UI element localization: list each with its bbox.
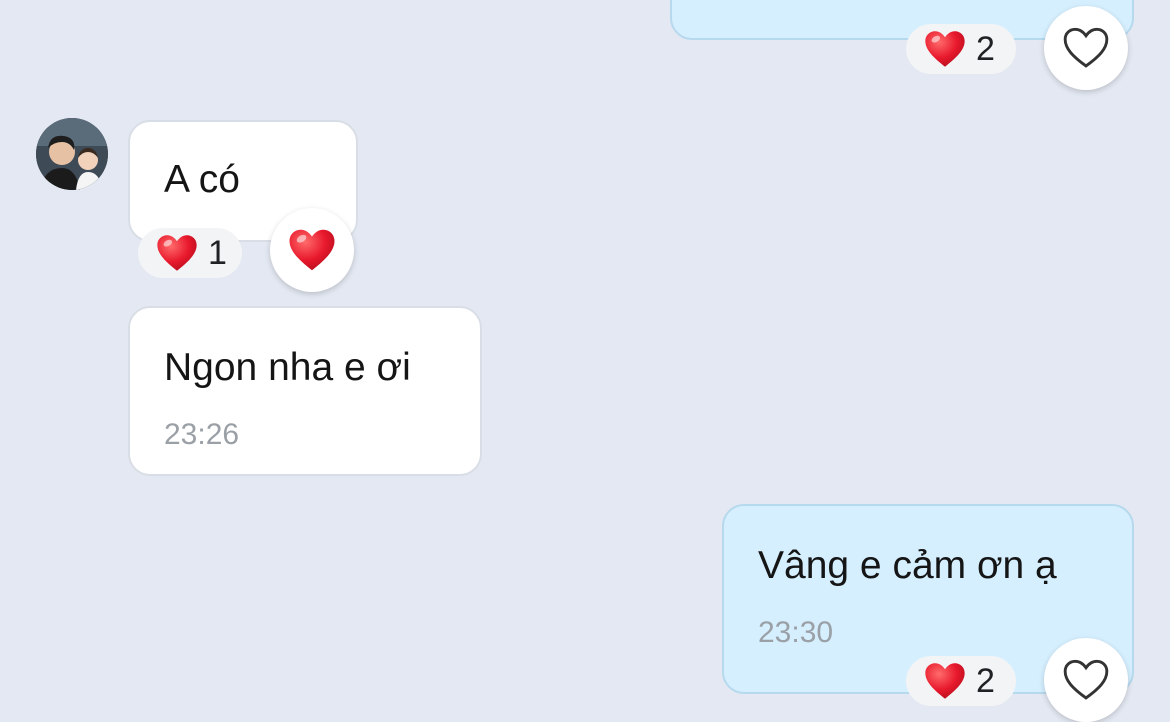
message-timestamp: 23:26 xyxy=(164,418,240,451)
message-bubble-incoming[interactable]: Ngon nha e ơi 23:26 xyxy=(128,306,482,476)
message-timestamp: 23:30 xyxy=(758,616,834,649)
message-text: A có xyxy=(164,158,240,201)
reaction-count: 2 xyxy=(976,661,995,700)
heart-filled-icon xyxy=(925,663,965,699)
heart-outline-icon xyxy=(1063,659,1109,700)
react-button-bottom[interactable] xyxy=(1044,638,1128,722)
heart-filled-icon xyxy=(157,235,197,271)
message-text: Ngon nha e ơi xyxy=(164,346,411,389)
heart-outline-icon xyxy=(1063,27,1109,68)
react-button-top[interactable] xyxy=(1044,6,1128,90)
reaction-summary-bottom[interactable]: 2 xyxy=(906,656,1016,706)
reaction-summary[interactable]: 1 xyxy=(138,228,242,278)
react-button-active[interactable] xyxy=(270,208,354,292)
reaction-count: 1 xyxy=(208,233,227,272)
reaction-summary-top[interactable]: 2 xyxy=(906,24,1016,74)
message-text: Vâng e cảm ơn ạ xyxy=(758,544,1057,587)
reaction-count: 2 xyxy=(976,29,995,68)
heart-filled-icon xyxy=(925,31,965,67)
avatar[interactable] xyxy=(36,118,108,190)
heart-filled-icon xyxy=(289,229,335,271)
